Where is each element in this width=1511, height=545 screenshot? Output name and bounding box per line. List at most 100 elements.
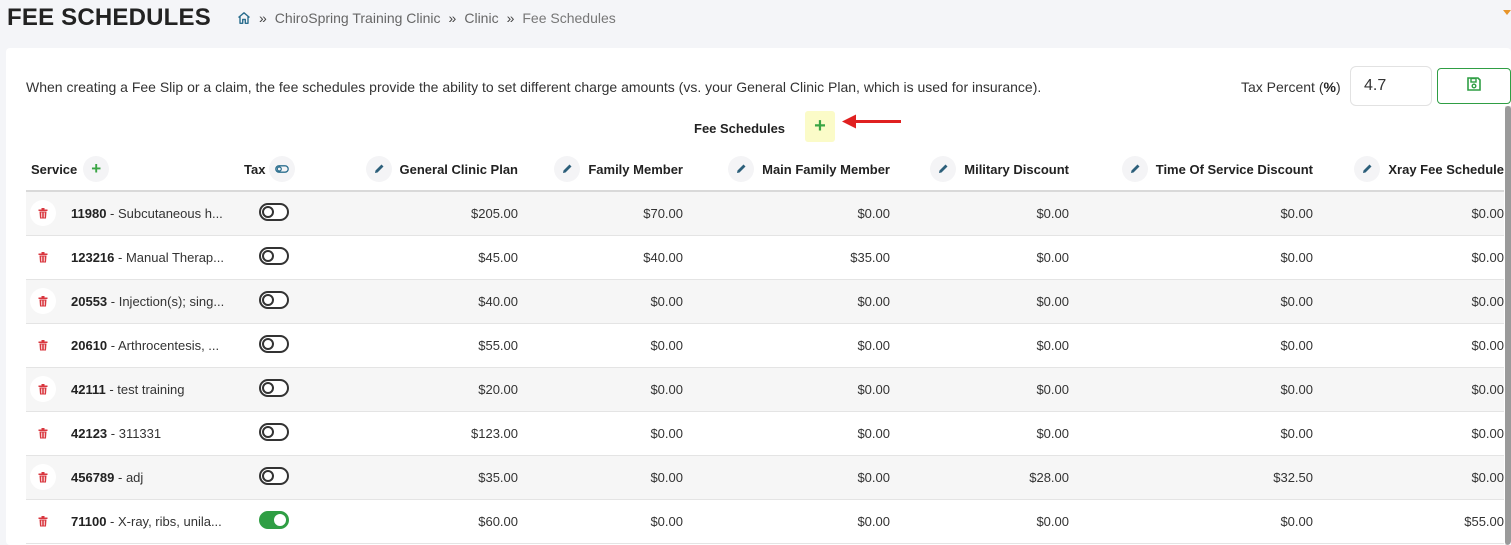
fee-cell[interactable]: $0.00: [518, 323, 683, 368]
fee-cell[interactable]: $35.00: [354, 455, 518, 500]
fee-cell[interactable]: $0.00: [890, 411, 1069, 456]
fee-cell[interactable]: $20.00: [354, 367, 518, 412]
tax-cell: [244, 455, 354, 500]
tax-toggle[interactable]: [259, 466, 289, 485]
fee-cell[interactable]: $70.00: [518, 191, 683, 236]
fee-cell[interactable]: $55.00: [1313, 499, 1504, 544]
fee-cell[interactable]: $0.00: [1069, 323, 1313, 368]
tax-cell: [244, 323, 354, 368]
fee-cell[interactable]: $40.00: [518, 235, 683, 280]
link-icon[interactable]: [269, 156, 296, 182]
pencil-icon[interactable]: [554, 156, 581, 182]
fee-cell[interactable]: $0.00: [890, 235, 1069, 280]
service-desc: - Manual Therap...: [114, 249, 224, 265]
schedule-header-label: Main Family Member: [762, 161, 890, 177]
trash-icon[interactable]: [30, 288, 56, 314]
pencil-icon[interactable]: [1354, 156, 1381, 182]
fee-cell[interactable]: $28.00: [890, 455, 1069, 500]
service-cell: 42123 - 311331: [26, 411, 244, 456]
fee-schedules-title: Fee Schedules: [694, 121, 786, 136]
fee-cell[interactable]: $0.00: [1069, 279, 1313, 324]
fee-cell[interactable]: $0.00: [1313, 323, 1504, 368]
fee-cell[interactable]: $0.00: [683, 411, 890, 456]
add-fee-schedule-button[interactable]: +: [805, 111, 835, 142]
tax-percent-input[interactable]: [1350, 66, 1432, 106]
fee-cell[interactable]: $0.00: [1069, 235, 1313, 280]
fee-cell[interactable]: $0.00: [1069, 499, 1313, 544]
fee-cell[interactable]: $0.00: [518, 411, 683, 456]
fee-cell[interactable]: $0.00: [683, 499, 890, 544]
fee-cell[interactable]: $0.00: [1313, 191, 1504, 236]
home-icon[interactable]: [237, 11, 251, 25]
save-button[interactable]: [1437, 68, 1511, 104]
tax-header-label: Tax: [244, 161, 266, 177]
fee-cell[interactable]: $123.00: [354, 411, 518, 456]
tax-cell: [244, 367, 354, 412]
trash-icon[interactable]: [30, 420, 56, 446]
fee-cell[interactable]: $35.00: [683, 235, 890, 280]
pencil-icon[interactable]: [365, 156, 392, 182]
tax-toggle[interactable]: [259, 334, 289, 353]
fee-cell[interactable]: $0.00: [1313, 411, 1504, 456]
service-header: Service +: [26, 148, 244, 192]
fee-cell[interactable]: $0.00: [518, 499, 683, 544]
fee-cell[interactable]: $0.00: [1313, 235, 1504, 280]
breadcrumb-separator: »: [448, 10, 457, 26]
fee-cell[interactable]: $0.00: [1069, 411, 1313, 456]
pencil-icon[interactable]: [728, 156, 755, 182]
add-service-button[interactable]: +: [83, 156, 110, 182]
fee-cell[interactable]: $0.00: [683, 367, 890, 412]
fee-cell[interactable]: $0.00: [683, 279, 890, 324]
trash-icon[interactable]: [30, 332, 56, 358]
fee-cell[interactable]: $0.00: [1313, 279, 1504, 324]
breadcrumb-item-clinic-name[interactable]: ChiroSpring Training Clinic: [275, 10, 441, 26]
fee-cell[interactable]: $0.00: [1069, 367, 1313, 412]
fee-cell[interactable]: $40.00: [354, 279, 518, 324]
fee-cell[interactable]: $205.00: [354, 191, 518, 236]
fee-cell[interactable]: $0.00: [1313, 367, 1504, 412]
table-row: 42123 - 311331 $123.00 $0.00 $0.00 $0.00 $0.0…: [26, 411, 1504, 456]
service-description: 71100 - X-ray, ribs, unila...: [71, 514, 222, 529]
trash-icon[interactable]: [30, 508, 56, 534]
service-desc: - 311331: [107, 425, 162, 441]
trash-icon[interactable]: [30, 200, 56, 227]
trash-icon[interactable]: [30, 376, 56, 402]
fee-cell[interactable]: $0.00: [683, 323, 890, 368]
fee-cell[interactable]: $32.50: [1069, 455, 1313, 500]
fee-cell[interactable]: $0.00: [890, 499, 1069, 544]
fee-cell[interactable]: $0.00: [890, 323, 1069, 368]
fee-cell[interactable]: $0.00: [518, 455, 683, 500]
fee-cell[interactable]: $0.00: [683, 191, 890, 236]
fee-cell[interactable]: $0.00: [890, 191, 1069, 236]
fee-cell[interactable]: $55.00: [354, 323, 518, 368]
fee-cell[interactable]: $0.00: [518, 367, 683, 412]
schedule-header-main-family-member: Main Family Member: [683, 148, 890, 192]
tax-toggle[interactable]: [259, 246, 289, 265]
fee-cell[interactable]: $0.00: [518, 279, 683, 324]
service-desc: - Arthrocentesis, ...: [107, 337, 220, 353]
schedule-header-label: Time Of Service Discount: [1155, 161, 1313, 177]
vertical-scrollbar[interactable]: [1505, 106, 1511, 545]
tax-toggle[interactable]: [259, 202, 289, 221]
tax-cell: [244, 411, 354, 456]
schedule-header-xray-fee-schedule: Xray Fee Schedule: [1313, 148, 1504, 192]
scrollbar-thumb[interactable]: [1505, 106, 1511, 545]
fee-cell[interactable]: $0.00: [890, 279, 1069, 324]
breadcrumb-item-clinic[interactable]: Clinic: [464, 10, 498, 26]
tax-toggle[interactable]: [259, 290, 289, 309]
pencil-icon[interactable]: [930, 156, 957, 182]
save-icon: [1466, 76, 1482, 97]
fee-cell[interactable]: $60.00: [354, 499, 518, 544]
tax-toggle[interactable]: [259, 510, 289, 529]
fee-cell[interactable]: $0.00: [1069, 191, 1313, 236]
trash-icon[interactable]: [30, 244, 56, 270]
tax-toggle[interactable]: [259, 422, 289, 441]
fee-cell[interactable]: $0.00: [683, 455, 890, 500]
fee-cell[interactable]: $0.00: [1313, 455, 1504, 500]
pencil-icon[interactable]: [1121, 156, 1148, 182]
trash-icon[interactable]: [30, 464, 56, 490]
fee-cell[interactable]: $0.00: [890, 367, 1069, 412]
tax-toggle[interactable]: [259, 378, 289, 397]
dropdown-caret-icon[interactable]: [1503, 10, 1511, 16]
fee-cell[interactable]: $45.00: [354, 235, 518, 280]
